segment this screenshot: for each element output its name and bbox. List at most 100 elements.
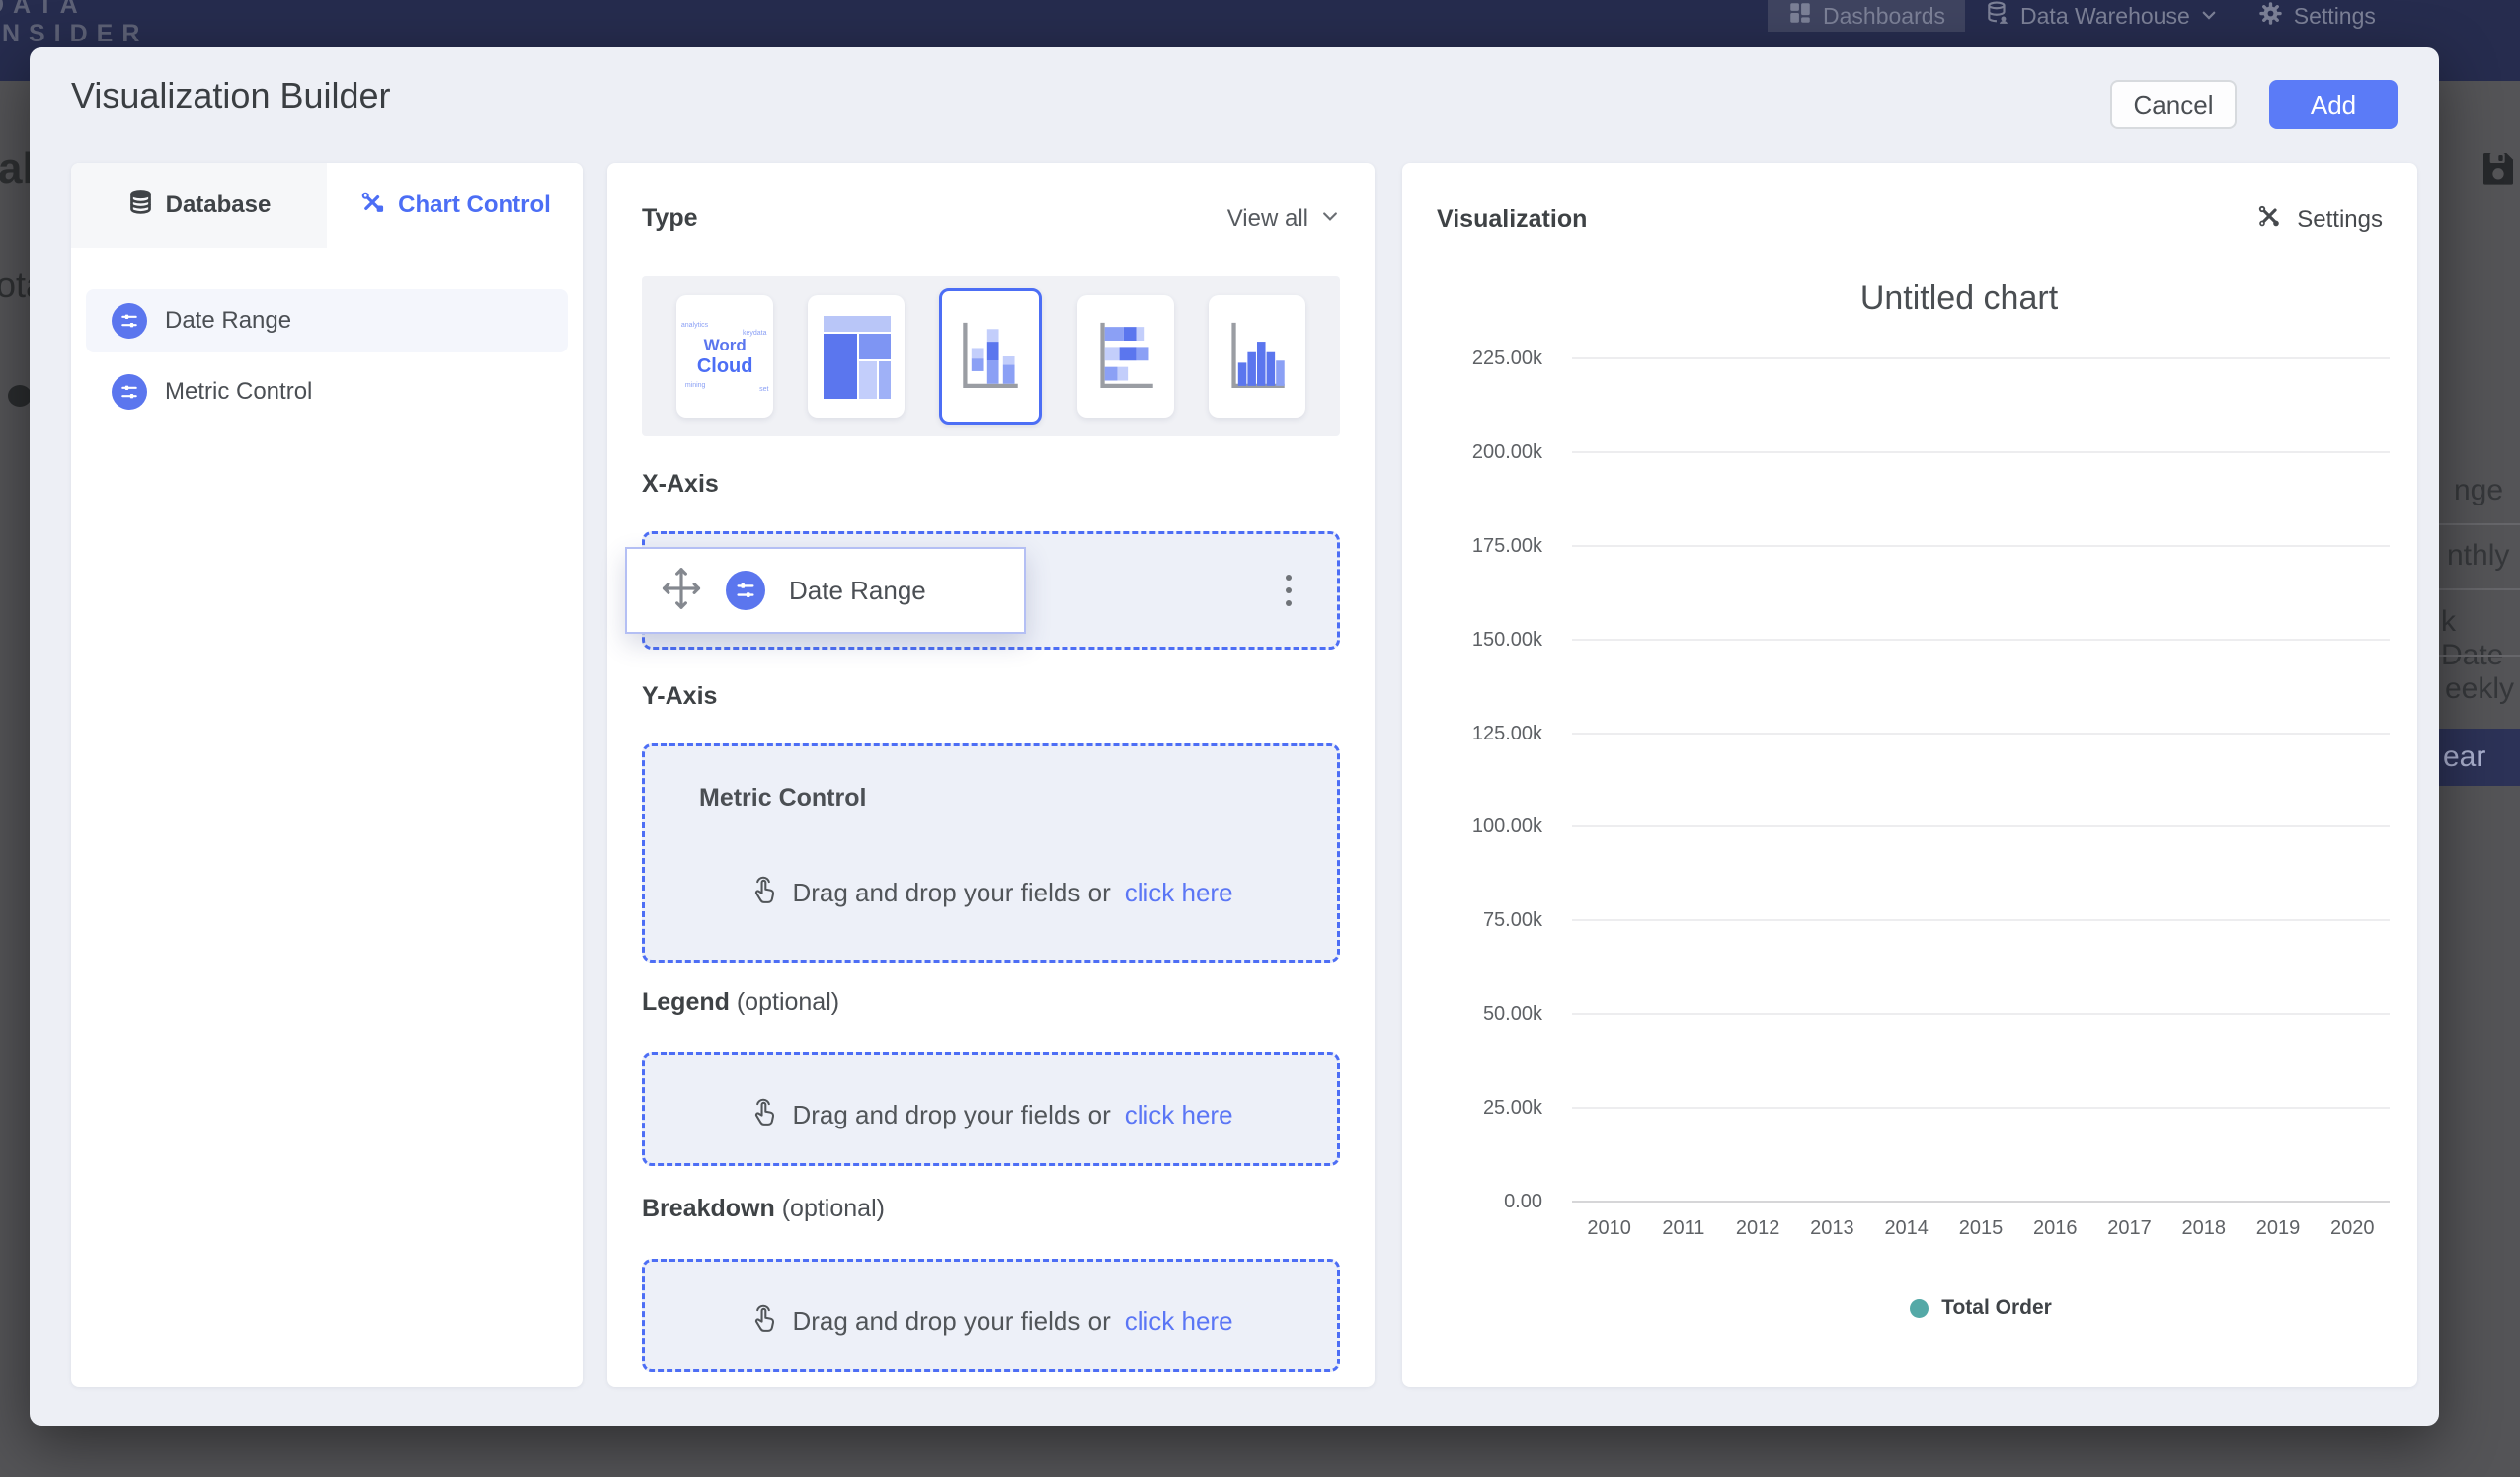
nav-label-settings: Settings [2294, 3, 2376, 30]
crossed-tools-icon [2255, 202, 2283, 237]
bg-list-fragment-3: k Date [2441, 605, 2520, 672]
chart-type-word-cloud[interactable]: analytics keydata Word Cloud mining set [676, 295, 773, 418]
x-tick-label: 2011 [1646, 1217, 1720, 1240]
bar-chart: 225.00k200.00k175.00k150.00k125.00k100.0… [1422, 358, 2398, 1202]
logo-line-1: DATA [0, 0, 148, 20]
bg-separator [2439, 588, 2520, 590]
chart-title: Untitled chart [1521, 279, 2398, 318]
database-icon [127, 189, 154, 222]
legend-series-label: Total Order [1941, 1296, 2052, 1320]
add-button[interactable]: Add [2269, 80, 2398, 129]
control-badge-icon [112, 303, 147, 339]
stacked-bar-icon [1094, 318, 1157, 395]
x-tick-label: 2018 [2166, 1217, 2241, 1240]
builder-panel: Type View all analytics keydata Word Clo… [607, 163, 1375, 1387]
control-badge-icon [112, 374, 147, 410]
fields-panel: Database Chart Control Date Range Metric… [71, 163, 583, 1387]
bg-bullet-fragment [8, 385, 32, 407]
move-cursor-icon [661, 566, 702, 616]
tap-hand-icon [748, 1095, 778, 1135]
drop-hint-text: Drag and drop your fields or [792, 1100, 1110, 1130]
x-tick-label: 2020 [2316, 1217, 2390, 1240]
tab-database-label: Database [166, 192, 272, 219]
chart-settings-button[interactable]: Settings [2255, 202, 2383, 237]
tab-chart-control[interactable]: Chart Control [327, 163, 583, 248]
y-tick-label: 225.00k [1422, 348, 1542, 370]
x-tick-label: 2012 [1721, 1217, 1795, 1240]
modal-title: Visualization Builder [71, 75, 391, 117]
view-all-label: View all [1227, 205, 1308, 233]
y-axis-ticks: 225.00k200.00k175.00k150.00k125.00k100.0… [1422, 358, 1542, 1202]
click-here-link[interactable]: click here [1125, 1100, 1233, 1130]
chart-legend: Total Order [1572, 1296, 2390, 1320]
word-cloud-text: Word [697, 336, 753, 355]
chart-type-carousel[interactable]: analytics keydata Word Cloud mining set [642, 276, 1340, 436]
chart-bars [1572, 358, 2390, 1202]
nav-item-settings[interactable]: Settings [2238, 0, 2396, 32]
type-section-heading: Type [642, 204, 698, 233]
chart-type-column[interactable] [1209, 295, 1305, 418]
breakdown-drop-zone[interactable]: Drag and drop your fields or click here [642, 1259, 1340, 1372]
field-label-date-range: Date Range [165, 307, 291, 335]
y-tick-label: 125.00k [1422, 723, 1542, 745]
y-tick-label: 200.00k [1422, 441, 1542, 464]
save-icon [2479, 148, 2518, 193]
drop-hint-text: Drag and drop your fields or [792, 878, 1110, 908]
bg-list-fragment-2: nthly [2447, 539, 2509, 573]
field-item-date-range[interactable]: Date Range [86, 289, 568, 352]
stacked-column-icon [959, 318, 1022, 395]
settings-label: Settings [2297, 206, 2383, 234]
field-label-metric-control: Metric Control [165, 378, 312, 406]
legend-marker [1910, 1299, 1929, 1318]
fields-panel-tabs: Database Chart Control [71, 163, 583, 248]
legend-heading: Legend (optional) [642, 988, 839, 1017]
top-nav: Dashboards Data Warehouse Settings [1768, 0, 2396, 32]
chart-type-treemap[interactable] [808, 295, 905, 418]
visualization-panel: Visualization Settings Untitled chart 22… [1402, 163, 2417, 1387]
bg-selected-list-fragment: ear [2431, 729, 2520, 786]
legend-drop-zone[interactable]: Drag and drop your fields or click here [642, 1052, 1340, 1166]
logo-line-2: INSIDER [0, 20, 148, 48]
x-tick-label: 2016 [2018, 1217, 2092, 1240]
visualization-panel-title: Visualization [1437, 205, 1587, 234]
dragged-chip-label: Date Range [789, 576, 926, 606]
breakdown-heading: Breakdown (optional) [642, 1195, 885, 1223]
nav-item-dashboards[interactable]: Dashboards [1768, 0, 1965, 32]
tap-hand-icon [748, 1301, 778, 1342]
dragged-field-chip-date-range[interactable]: Date Range [625, 547, 1026, 634]
y-tick-label: 0.00 [1422, 1191, 1542, 1213]
x-tick-label: 2017 [2092, 1217, 2166, 1240]
treemap-icon [824, 316, 889, 397]
click-here-link[interactable]: click here [1125, 878, 1233, 908]
bg-list-fragment-1: nge [2454, 474, 2503, 507]
y-tick-label: 175.00k [1422, 535, 1542, 558]
y-tick-label: 150.00k [1422, 629, 1542, 652]
field-item-metric-control[interactable]: Metric Control [86, 360, 568, 424]
nav-label-dashboards: Dashboards [1823, 3, 1945, 30]
gear-icon [2257, 0, 2284, 33]
column-chart-icon [1225, 318, 1289, 395]
y-axis-zone-title: Metric Control [699, 784, 866, 813]
bg-separator [2439, 655, 2520, 657]
tab-database[interactable]: Database [71, 163, 327, 248]
cancel-button[interactable]: Cancel [2110, 80, 2237, 129]
control-badge-icon [726, 571, 765, 610]
y-tick-label: 100.00k [1422, 816, 1542, 838]
x-tick-label: 2014 [1869, 1217, 1943, 1240]
chart-type-stacked-bar[interactable] [1077, 295, 1174, 418]
nav-item-data-warehouse[interactable]: Data Warehouse [1965, 0, 2238, 32]
y-tick-label: 50.00k [1422, 1003, 1542, 1026]
kebab-menu-icon[interactable] [1286, 575, 1292, 606]
bg-separator [2439, 523, 2520, 525]
y-tick-label: 25.00k [1422, 1097, 1542, 1120]
y-tick-label: 75.00k [1422, 909, 1542, 932]
visualization-builder-modal: Visualization Builder Cancel Add Databas… [30, 47, 2439, 1426]
nav-label-data-warehouse: Data Warehouse [2020, 3, 2190, 30]
tap-hand-icon [748, 873, 778, 913]
click-here-link[interactable]: click here [1125, 1306, 1233, 1337]
x-axis-labels: 2010201120122013201420152016201720182019… [1572, 1217, 2390, 1240]
y-axis-drop-zone[interactable]: Metric Control Drag and drop your fields… [642, 743, 1340, 963]
chart-type-stacked-column-selected[interactable] [939, 288, 1042, 425]
view-all-dropdown[interactable]: View all [1227, 205, 1340, 233]
chevron-down-icon [1320, 205, 1340, 233]
